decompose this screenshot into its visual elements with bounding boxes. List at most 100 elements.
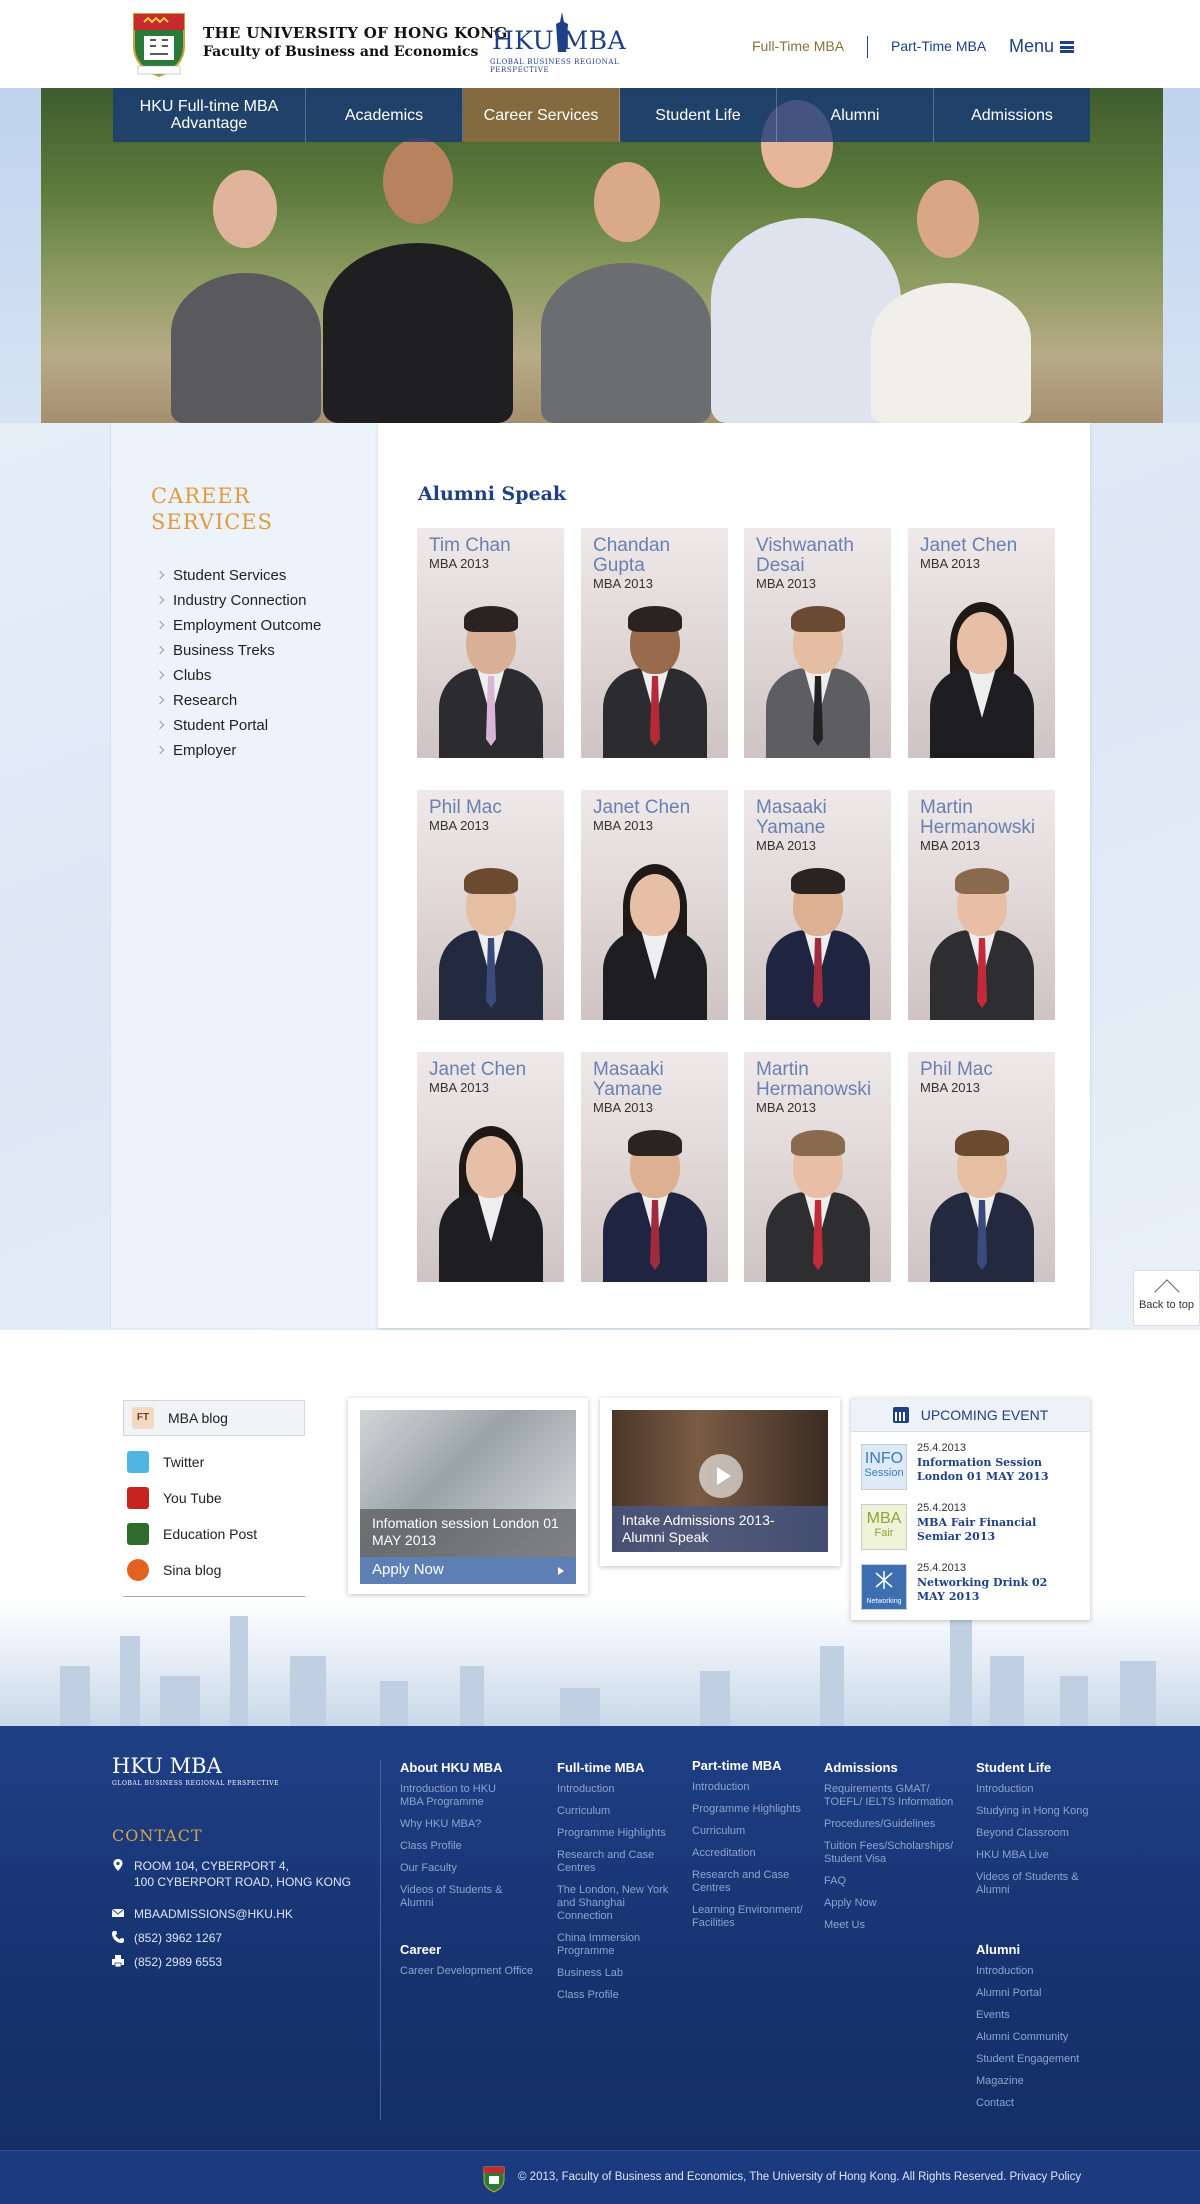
mainnav-item-academics[interactable]: Academics xyxy=(306,88,463,142)
footer-link[interactable]: Business Lab xyxy=(557,1967,681,1980)
sidebar-item-clubs[interactable]: Clubs xyxy=(153,663,321,688)
footer-link[interactable]: Studying in Hong Kong xyxy=(976,1805,1096,1818)
alumni-card[interactable]: Martin Hermanowski MBA 2013 xyxy=(744,1052,891,1282)
nav-fulltime-mba[interactable]: Full-Time MBA xyxy=(752,38,844,54)
footer-link[interactable]: Programme Highlights xyxy=(692,1803,814,1816)
footer-link[interactable]: The London, New York and Shanghai Connec… xyxy=(557,1884,681,1923)
alumni-photo-hair xyxy=(464,606,518,632)
menu-button[interactable]: Menu xyxy=(1009,36,1075,57)
footer-link[interactable]: Introduction xyxy=(976,1965,1096,1978)
footer-link[interactable]: HKU MBA Live xyxy=(976,1849,1096,1862)
footer-link[interactable]: Student Engagement xyxy=(976,2053,1096,2066)
alumni-card[interactable]: Chandan Gupta MBA 2013 xyxy=(581,528,728,758)
footer-link[interactable]: Research and Case Centres xyxy=(692,1869,814,1895)
sidebar-item-employment-outcome[interactable]: Employment Outcome xyxy=(153,613,321,638)
footer-link[interactable]: Contact xyxy=(976,2097,1096,2110)
hku-crest-icon[interactable] xyxy=(130,10,188,78)
social-youtube[interactable]: You Tube xyxy=(123,1480,305,1516)
hku-mba-logo[interactable]: HKU MBA GLOBAL BUSINESS REGIONAL PERSPEC… xyxy=(488,12,643,74)
mainnav-item-admissions[interactable]: Admissions xyxy=(934,88,1090,142)
footer-link[interactable]: Videos of Students & Alumni xyxy=(400,1884,520,1910)
footer-link[interactable]: Why HKU MBA? xyxy=(400,1818,520,1831)
footer-link[interactable]: Curriculum xyxy=(557,1805,681,1818)
footer-link[interactable]: Introduction to HKU MBA Programme xyxy=(400,1783,520,1809)
alumni-photo-face xyxy=(957,612,1007,674)
footer-link[interactable]: Alumni Community xyxy=(976,2031,1096,2044)
footer-link[interactable]: Curriculum xyxy=(692,1825,814,1838)
alumni-card[interactable]: Martin Hermanowski MBA 2013 xyxy=(908,790,1055,1020)
footer-link[interactable]: China Immersion Programme xyxy=(557,1932,681,1958)
footer-link[interactable]: Apply Now xyxy=(824,1897,964,1910)
mainnav-item-student-life[interactable]: Student Life xyxy=(620,88,777,142)
sidebar-item-research[interactable]: Research xyxy=(153,688,321,713)
social-education-post[interactable]: Education Post xyxy=(123,1516,305,1552)
footer-link[interactable]: Beyond Classroom xyxy=(976,1827,1096,1840)
sidebar-item-student-services[interactable]: Student Services xyxy=(153,563,321,588)
copyright-text: © 2013, Faculty of Business and Economic… xyxy=(518,2171,1082,2183)
footer-link[interactable]: Introduction xyxy=(692,1781,814,1794)
university-name[interactable]: THE UNIVERSITY OF HONG KONG Faculty of B… xyxy=(203,24,508,62)
footer-link[interactable]: Class Profile xyxy=(557,1989,681,2002)
back-to-top-button[interactable]: Back to top xyxy=(1133,1270,1200,1326)
footer-link[interactable]: Requirements GMAT/ TOEFL/ IELTS Informat… xyxy=(824,1783,964,1809)
footer-email[interactable]: MBAADMISSIONS@HKU.HK xyxy=(112,1906,293,1922)
footer-column-student-life: Student Life Introduction Studying in Ho… xyxy=(976,1760,1096,1906)
alumni-card[interactable]: Tim Chan MBA 2013 xyxy=(417,528,564,758)
footer-link[interactable]: Alumni Portal xyxy=(976,1987,1096,2000)
mainnav-item-advantage[interactable]: HKU Full-time MBA Advantage xyxy=(113,88,306,142)
alumni-name: Janet Chen xyxy=(920,535,1018,556)
footer-logo[interactable]: HKU MBA GLOBAL BUSINESS REGIONAL PERSPEC… xyxy=(112,1754,279,1787)
social-sina-blog[interactable]: Sina blog xyxy=(123,1552,305,1588)
promo-info-session[interactable]: Infomation session London 01 MAY 2013 Ap… xyxy=(348,1398,588,1594)
footer-link[interactable]: Procedures/Guidelines xyxy=(824,1818,964,1831)
footer-link[interactable]: Research and Case Centres xyxy=(557,1849,681,1875)
event-item[interactable]: Networking 25.4.2013 Networking Drink 02… xyxy=(861,1562,1081,1614)
event-badge-bottom: Fair xyxy=(874,1527,894,1539)
footer-column-title: Full-time MBA xyxy=(557,1760,645,1775)
footer-link[interactable]: Magazine xyxy=(976,2075,1096,2088)
alumni-year: MBA 2013 xyxy=(593,818,653,833)
mainnav-item-career-services[interactable]: Career Services xyxy=(463,88,620,142)
footer-link[interactable]: Tuition Fees/Scholarships/ Student Visa xyxy=(824,1840,964,1866)
alumni-name: Masaaki Yamane xyxy=(593,1059,664,1100)
sidebar-item-employer[interactable]: Employer xyxy=(153,738,321,763)
footer-column-about: About HKU MBA Introduction to HKU MBA Pr… xyxy=(400,1760,520,1919)
footer-link[interactable]: Introduction xyxy=(976,1783,1096,1796)
alumni-card[interactable]: Janet Chen MBA 2013 xyxy=(908,528,1055,758)
hero-person-2 xyxy=(323,243,513,423)
footer-link[interactable]: Introduction xyxy=(557,1783,681,1796)
alumni-card[interactable]: Phil Mac MBA 2013 xyxy=(908,1052,1055,1282)
footer-link[interactable]: Class Profile xyxy=(400,1840,520,1853)
footer-link[interactable]: Events xyxy=(976,2009,1096,2022)
footer-link[interactable]: FAQ xyxy=(824,1875,964,1888)
mainnav-item-alumni[interactable]: Alumni xyxy=(777,88,934,142)
footer-link[interactable]: Programme Highlights xyxy=(557,1827,681,1840)
sidebar-item-business-treks[interactable]: Business Treks xyxy=(153,638,321,663)
skyline-building xyxy=(120,1636,140,1726)
footer-link[interactable]: Accreditation xyxy=(692,1847,814,1860)
footer-link[interactable]: Career Development Office xyxy=(400,1965,550,1978)
alumni-card[interactable]: Phil Mac MBA 2013 xyxy=(417,790,564,1020)
event-item[interactable]: MBA Fair 25.4.2013 MBA Fair Financial Sem… xyxy=(861,1502,1081,1554)
sidebar-item-industry-connection[interactable]: Industry Connection xyxy=(153,588,321,613)
alumni-card[interactable]: Janet Chen MBA 2013 xyxy=(581,790,728,1020)
nav-parttime-mba[interactable]: Part-Time MBA xyxy=(891,38,986,54)
sidebar-item-student-portal[interactable]: Student Portal xyxy=(153,713,321,738)
alumni-card[interactable]: Vishwanath Desai MBA 2013 xyxy=(744,528,891,758)
alumni-card[interactable]: Masaaki Yamane MBA 2013 xyxy=(581,1052,728,1282)
mba-blog-link[interactable]: FT MBA blog xyxy=(123,1400,305,1436)
alumni-card[interactable]: Masaaki Yamane MBA 2013 xyxy=(744,790,891,1020)
alumni-photo-face xyxy=(630,874,680,936)
promo-alumni-video[interactable]: Intake Admissions 2013- Alumni Speak xyxy=(600,1398,840,1566)
footer-link[interactable]: Learning Environment/ Facilities xyxy=(692,1904,814,1930)
skyline-building xyxy=(380,1681,408,1726)
social-twitter[interactable]: Twitter xyxy=(123,1444,305,1480)
play-icon[interactable] xyxy=(699,1454,743,1498)
apply-now-button[interactable]: Apply Now xyxy=(360,1557,576,1584)
event-item[interactable]: INFO Session 25.4.2013 Information Sessio… xyxy=(861,1442,1081,1494)
footer-link[interactable]: Videos of Students & Alumni xyxy=(976,1871,1096,1897)
alumni-card[interactable]: Janet Chen MBA 2013 xyxy=(417,1052,564,1282)
event-title: MBA Fair Financial Semiar 2013 xyxy=(917,1516,1037,1543)
footer-link[interactable]: Meet Us xyxy=(824,1919,964,1932)
footer-link[interactable]: Our Faculty xyxy=(400,1862,520,1875)
